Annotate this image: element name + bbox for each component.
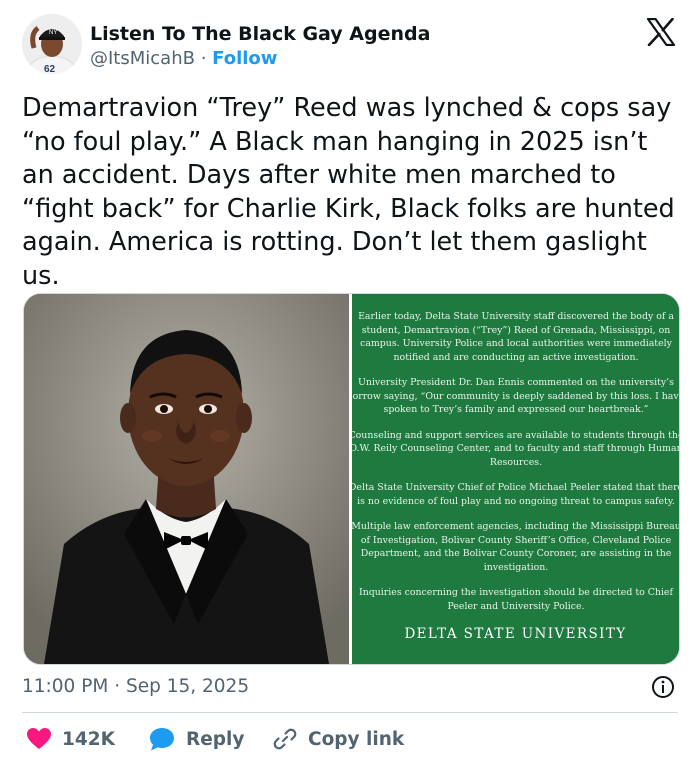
handle-separator: · [194,48,213,69]
x-logo-icon[interactable] [646,17,676,47]
copy-link-button[interactable]: Copy link [272,724,404,754]
author-display-name[interactable]: Listen To The Black Gay Agenda [90,22,430,46]
statement-footer: DELTA STATE UNIVERSITY [404,626,627,642]
reply-button[interactable]: Reply [148,724,244,754]
portrait-photo[interactable] [24,294,349,664]
statement-paragraph: Multiple law enforcement agencies, inclu… [352,521,679,573]
author-handle[interactable]: @ItsMicahB [90,48,195,69]
tweet-header: 62 NY Listen To The Black Gay Agenda @It… [22,14,682,74]
statement-paragraph: Delta State University Chief of Police M… [352,482,679,507]
statement-body: Earlier today, Delta State University st… [352,310,679,625]
speech-bubble-icon [150,728,174,751]
reply-label: Reply [186,728,245,750]
university-statement[interactable]: Earlier today, Delta State University st… [352,294,679,664]
info-icon[interactable] [651,675,675,699]
like-button[interactable]: 142K [26,724,115,754]
link-icon [273,728,297,750]
author-avatar[interactable]: 62 NY [22,14,82,74]
statement-paragraph: Counseling and support services are avai… [352,429,679,468]
tweet-timestamp[interactable]: 11:00 PM · Sep 15, 2025 [22,674,249,700]
author-names: Listen To The Black Gay Agenda @ItsMicah… [90,22,430,72]
tweet-media[interactable]: Earlier today, Delta State University st… [23,293,680,665]
follow-button[interactable]: Follow [212,48,277,69]
author-handle-row: @ItsMicahB · Follow [90,46,430,72]
statement-paragraph: Inquiries concerning the investigation s… [359,587,673,612]
copy-link-label: Copy link [308,728,405,750]
statement-paragraph: Earlier today, Delta State University st… [358,311,674,363]
statement-paragraph: University President Dr. Dan Ennis comme… [352,377,679,415]
like-count: 142K [62,728,115,750]
actions-divider [22,712,678,713]
svg-text:NY: NY [49,30,57,36]
svg-text:62: 62 [44,64,56,74]
tweet-actions: 142K Reply Copy link [22,724,682,754]
tweet-text: Demartravion “Trey” Reed was lynched & c… [22,93,675,291]
heart-icon [27,728,51,749]
